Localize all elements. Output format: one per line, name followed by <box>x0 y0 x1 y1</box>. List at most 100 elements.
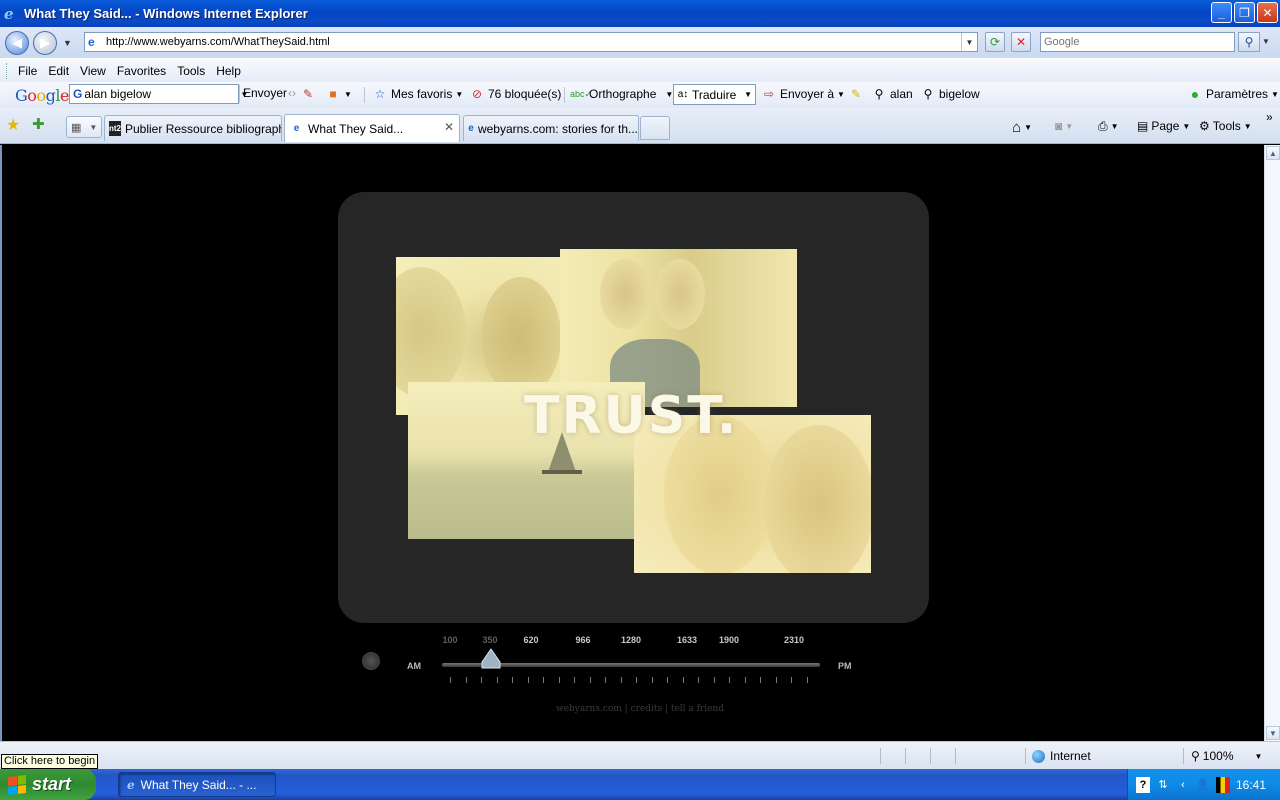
start-label: start <box>32 774 72 794</box>
tab-bar: ★ ✚ ▦ ▼ nt2 Publier Ressource bibliograp… <box>0 108 1280 144</box>
print-button[interactable]: ⎙ ▼ <box>1098 119 1119 134</box>
toolbar-grip[interactable] <box>6 62 9 79</box>
search-options-dropdown[interactable]: ▼ <box>1262 37 1270 46</box>
highlight-button[interactable]: ✎ <box>848 86 864 102</box>
spellcheck-icon: abc✓ <box>570 89 593 99</box>
menu-help[interactable]: Help <box>216 64 241 78</box>
tuner-tick <box>729 677 730 683</box>
tuner-frequency-label[interactable]: 1900 <box>719 635 739 645</box>
color-picker-icon[interactable]: ■ ▼ <box>325 86 352 102</box>
google-send-button[interactable]: Envoyer <box>243 86 287 100</box>
menu-favorites[interactable]: Favorites <box>117 64 166 78</box>
menu-edit[interactable]: Edit <box>48 64 69 78</box>
google-logo[interactable]: Google <box>15 86 69 105</box>
menu-view[interactable]: View <box>80 64 106 78</box>
language-flag-icon[interactable] <box>1216 776 1230 793</box>
send-to-button[interactable]: ⇨ Envoyer à ▼ <box>761 86 845 102</box>
search-term-alan[interactable]: ⚲ alan <box>871 86 913 102</box>
tuner-frequency-label[interactable]: 966 <box>575 635 590 645</box>
home-button[interactable]: ⌂ ▼ <box>1012 119 1032 136</box>
bookmark-icon[interactable]: ✎ <box>300 86 316 102</box>
show-hidden-icons-chevron-icon[interactable]: ‹ <box>1176 777 1190 793</box>
address-url[interactable]: http://www.webyarns.com/WhatTheySaid.htm… <box>106 36 961 48</box>
restore-button[interactable]: ❐ <box>1234 2 1255 23</box>
forward-button[interactable]: ▶ <box>33 30 57 55</box>
add-favorite-icon[interactable]: ✚ <box>32 115 45 133</box>
send-to-icon: ⇨ <box>763 87 775 101</box>
translate-icon: a↕ <box>677 89 689 100</box>
magnifier-icon: ⚲ <box>923 87 933 101</box>
status-separator <box>905 748 906 764</box>
status-separator <box>880 748 881 764</box>
page-menu-button[interactable]: ▤ Page ▼ <box>1137 119 1190 133</box>
recent-pages-dropdown[interactable]: ▼ <box>63 38 72 48</box>
tuner-frequency-label[interactable]: 350 <box>482 635 497 645</box>
address-bar-row: ◀ ▶ ▼ e http://www.webyarns.com/WhatThey… <box>0 27 1280 58</box>
tuner-frequency-label[interactable]: 1633 <box>677 635 697 645</box>
minimize-button[interactable]: _ <box>1211 2 1232 23</box>
scroll-up-icon[interactable]: ▲ <box>1266 146 1280 160</box>
story-player[interactable]: TRUST. <box>338 192 929 623</box>
tuner-frequency-label[interactable]: 2310 <box>784 635 804 645</box>
zoom-dropdown[interactable]: ▼ <box>1255 752 1263 761</box>
zoom-level: 100% <box>1202 749 1234 763</box>
highlighter-icon: ✎ <box>850 87 862 101</box>
google-search-box[interactable]: G ▼ <box>69 84 248 104</box>
menu-tools[interactable]: Tools <box>177 64 205 78</box>
network-icon[interactable]: ⇅ <box>1156 777 1170 793</box>
address-dropdown[interactable]: ▼ <box>961 33 977 51</box>
menu-file[interactable]: File <box>18 64 37 78</box>
back-button[interactable]: ◀ <box>5 30 29 55</box>
search-field[interactable] <box>1040 32 1235 52</box>
taskbar-window-item[interactable]: e What They Said... - ... <box>118 772 276 797</box>
radio-tuner[interactable]: AM PM 100 350 620 966 1280 1633 1900 2310 <box>352 632 872 692</box>
tab-label: What They Said... <box>308 121 404 136</box>
windows-logo-icon <box>8 774 26 795</box>
tuner-frequency-label[interactable]: 1280 <box>621 635 641 645</box>
pm-label: PM <box>838 661 852 671</box>
tuner-tick <box>698 677 699 683</box>
quick-tabs-button[interactable]: ▦ ▼ <box>66 116 102 138</box>
new-tab-button[interactable] <box>640 116 670 140</box>
translate-button[interactable]: a↕ Traduire ▼ <box>673 84 756 105</box>
google-query-input[interactable] <box>84 85 240 103</box>
more-commands-chevron-icon[interactable]: » <box>1266 110 1273 124</box>
tuner-tick <box>574 677 575 683</box>
popup-blocker-button[interactable]: ⊘ 76 bloquée(s) <box>469 86 561 102</box>
stop-button[interactable]: ✕ <box>1011 32 1031 52</box>
feeds-button[interactable]: ◙ ▼ <box>1055 119 1073 133</box>
tuner-knob[interactable] <box>480 648 502 670</box>
power-button[interactable] <box>362 652 380 670</box>
favorites-button[interactable]: ☆ Mes favoris ▼ <box>372 86 464 102</box>
security-zone[interactable]: Internet <box>1032 749 1091 763</box>
help-icon[interactable]: ? <box>1136 776 1150 793</box>
zoom-control[interactable]: ⚲ 100% ▼ <box>1191 749 1262 763</box>
ie-page-icon: e <box>293 123 300 134</box>
start-button[interactable]: start <box>0 769 96 800</box>
close-window-button[interactable]: ✕ <box>1257 2 1278 23</box>
spellcheck-button[interactable]: abc✓ Orthographe ▼ <box>570 86 673 102</box>
tuner-tick <box>636 677 637 683</box>
search-icon[interactable]: ⚲ <box>1238 32 1260 52</box>
vertical-scrollbar[interactable]: ▲ ▼ <box>1264 145 1280 741</box>
settings-button[interactable]: ● Paramètres ▼ <box>1187 86 1279 102</box>
favorites-center-icon[interactable]: ★ <box>6 115 20 135</box>
ie-logo-icon: e <box>4 4 14 23</box>
site-footer-links[interactable]: webyarns.com | credits | tell a friend <box>556 704 724 714</box>
close-tab-icon[interactable]: ✕ <box>444 120 454 134</box>
tuner-tick <box>775 677 777 683</box>
search-term-label: bigelow <box>939 87 980 101</box>
tools-menu-button[interactable]: ⚙ Tools ▼ <box>1199 119 1252 133</box>
tuner-frequency-label[interactable]: 100 <box>442 635 457 645</box>
scroll-down-icon[interactable]: ▼ <box>1266 726 1280 740</box>
tab-what-they-said[interactable]: e What They Said... ✕ <box>284 114 460 142</box>
refresh-button[interactable]: ⟳ <box>985 32 1005 52</box>
tuner-frequency-label[interactable]: 620 <box>523 635 538 645</box>
search-term-bigelow[interactable]: ⚲ bigelow <box>920 86 980 102</box>
users-icon[interactable]: 👤 <box>1196 777 1210 793</box>
search-input[interactable] <box>1041 33 1234 51</box>
tab-webyarns[interactable]: e webyarns.com: stories for th... <box>463 115 639 141</box>
tab-list-dropdown[interactable]: ▼ <box>89 123 97 132</box>
address-field[interactable]: e http://www.webyarns.com/WhatTheySaid.h… <box>84 32 978 52</box>
tab-publier[interactable]: nt2 Publier Ressource bibliograph... <box>104 115 282 141</box>
